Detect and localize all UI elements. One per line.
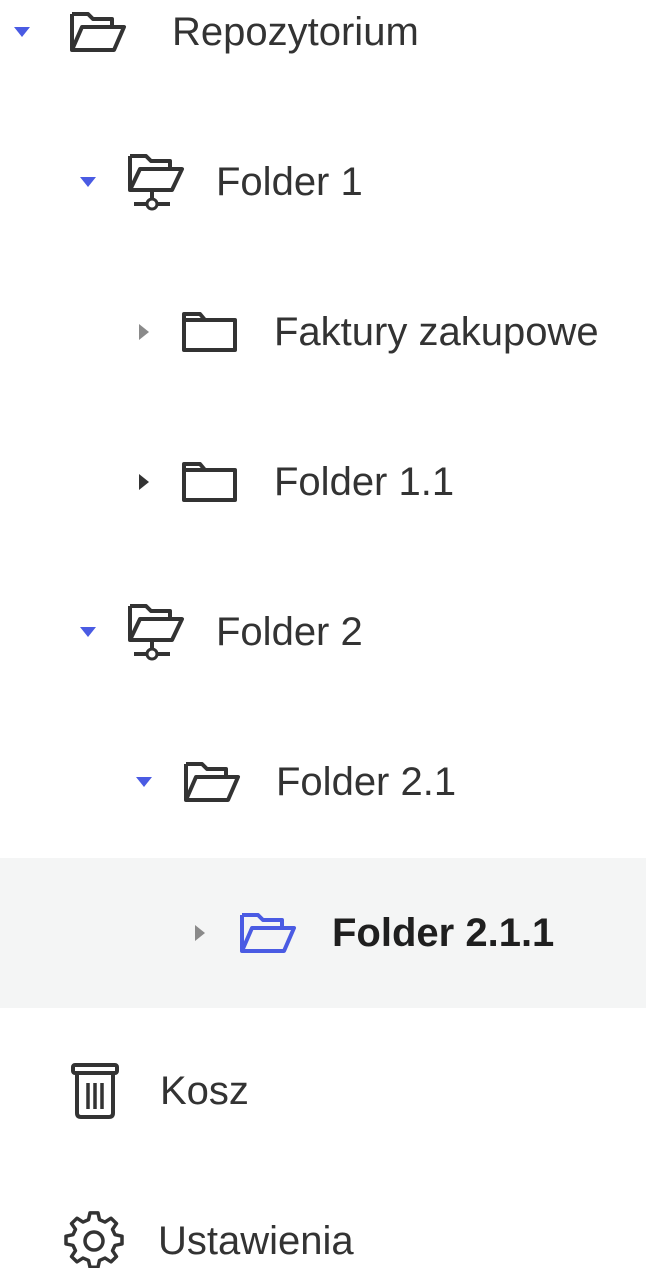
tree-item-folder-1[interactable]: Folder 1 [0,107,646,257]
folder-open-icon [68,8,128,56]
nav-item-label: Ustawienia [158,1219,354,1263]
caret-right-icon[interactable] [190,923,210,943]
tree-item-label: Repozytorium [172,10,419,54]
tree-item-folder-2[interactable]: Folder 2 [0,557,646,707]
caret-down-icon[interactable] [134,772,154,792]
tree-item-label: Folder 2.1 [276,760,457,804]
tree-item-faktury-zakupowe[interactable]: Faktury zakupowe [0,257,646,407]
tree-item-folder-1-1[interactable]: Folder 1.1 [0,407,646,557]
gear-icon [64,1211,124,1268]
nav-item-label: Kosz [160,1069,249,1113]
caret-down-icon[interactable] [12,22,32,42]
tree-item-folder-2-1[interactable]: Folder 2.1 [0,707,646,857]
folder-icon [180,458,240,506]
tree-item-label: Folder 2 [216,610,363,654]
tree-item-repozytorium[interactable]: Repozytorium [0,0,646,107]
folder-icon [180,308,240,356]
folder-open-icon [238,909,298,957]
tree-item-label: Folder 2.1.1 [332,911,555,955]
caret-right-icon[interactable] [134,322,154,342]
caret-down-icon[interactable] [78,172,98,192]
tree-item-label: Folder 1 [216,160,363,204]
network-folder-open-icon [126,602,186,662]
nav-item-settings[interactable]: Ustawienia [0,1166,646,1268]
tree-item-folder-2-1-1[interactable]: Folder 2.1.1 [0,858,646,1008]
folder-open-icon [182,758,242,806]
nav-item-trash[interactable]: Kosz [0,1016,646,1166]
caret-right-icon[interactable] [134,472,154,492]
caret-down-icon[interactable] [78,622,98,642]
tree-item-label: Faktury zakupowe [274,310,599,354]
network-folder-open-icon [126,152,186,212]
trash-icon [68,1061,122,1121]
folder-tree: Repozytorium Folder 1 Faktury zakupowe F… [0,0,646,1268]
tree-item-label: Folder 1.1 [274,460,455,504]
